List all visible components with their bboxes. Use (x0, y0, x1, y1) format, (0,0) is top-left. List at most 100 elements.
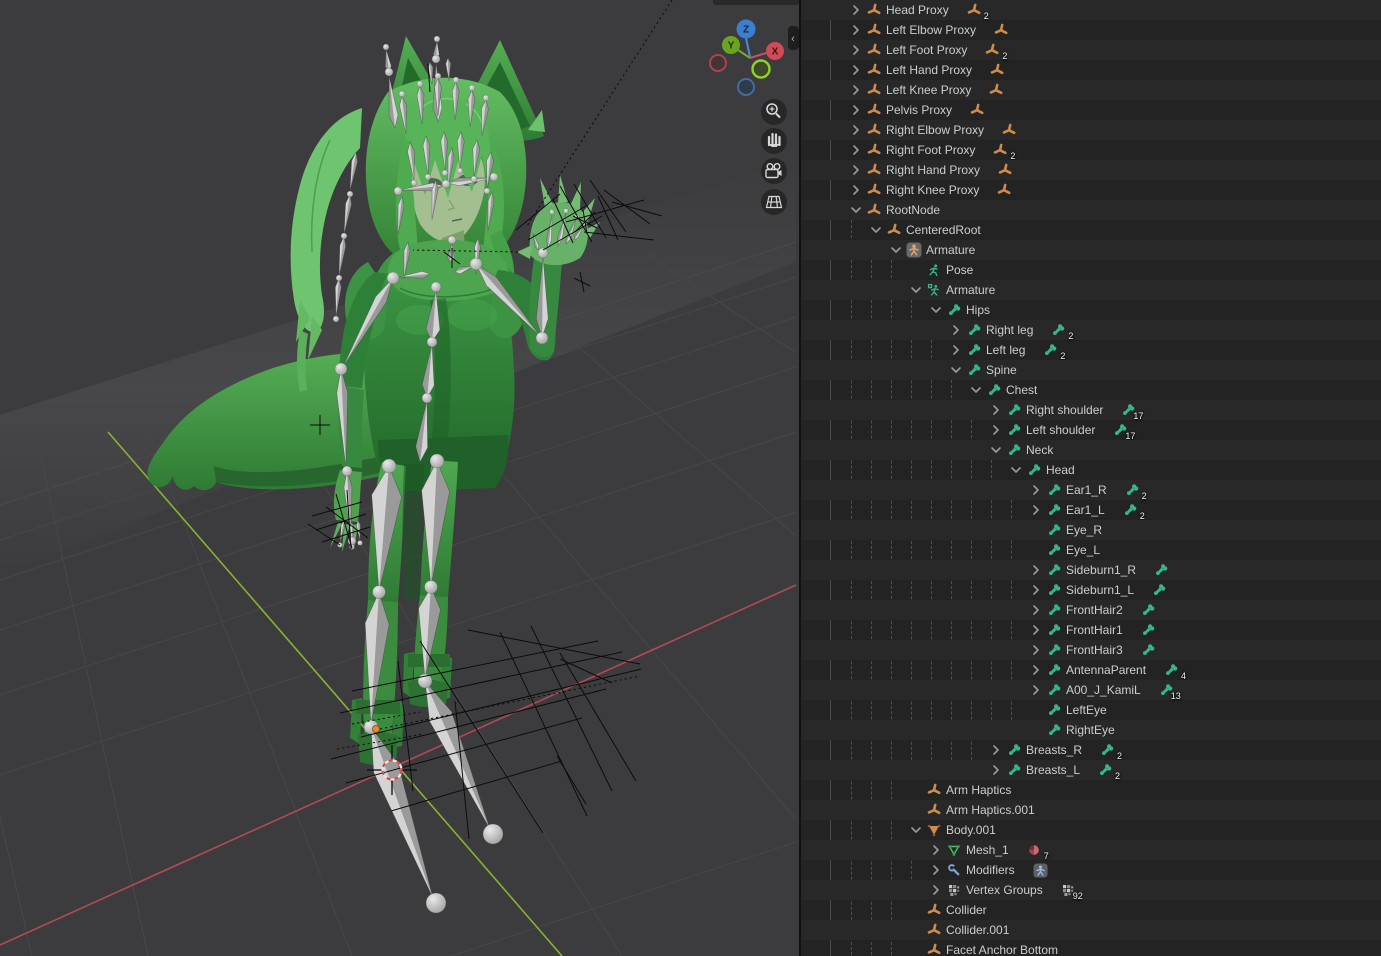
outliner-row-hips[interactable]: Hips (801, 300, 1381, 320)
outliner-row-left-hand-proxy[interactable]: Left Hand Proxy (801, 60, 1381, 80)
chevron-right-icon[interactable] (1028, 662, 1044, 678)
outliner-row-fronthair1[interactable]: FrontHair1 (801, 620, 1381, 640)
chevron-right-icon[interactable] (1028, 602, 1044, 618)
outliner-panel[interactable]: Head Proxy2Left Elbow ProxyLeft Foot Pro… (801, 0, 1381, 956)
outliner-row-righteye[interactable]: RightEye (801, 720, 1381, 740)
outliner-row-sideburn1-l[interactable]: Sideburn1_L (801, 580, 1381, 600)
chevron-right-icon[interactable] (1028, 582, 1044, 598)
outliner-row-left-foot-proxy[interactable]: Left Foot Proxy2 (801, 40, 1381, 60)
outliner-row-mesh-1[interactable]: Mesh_17 (801, 840, 1381, 860)
outliner-row-right-elbow-proxy[interactable]: Right Elbow Proxy (801, 120, 1381, 140)
chevron-right-icon[interactable] (948, 342, 964, 358)
outliner-row-ear1-r[interactable]: Ear1_R2 (801, 480, 1381, 500)
chevron-down-icon[interactable] (928, 302, 944, 318)
outliner-row-chest[interactable]: Chest (801, 380, 1381, 400)
chevron-right-icon[interactable] (848, 62, 864, 78)
chevron-right-icon[interactable] (928, 862, 944, 878)
chevron-right-icon[interactable] (848, 102, 864, 118)
chevron-right-icon[interactable] (988, 402, 1004, 418)
outliner-row-breasts-r[interactable]: Breasts_R2 (801, 740, 1381, 760)
chevron-right-icon[interactable] (948, 322, 964, 338)
outliner-row-left-leg[interactable]: Left leg2 (801, 340, 1381, 360)
outliner-row-armature[interactable]: Armature (801, 280, 1381, 300)
chevron-right-icon[interactable] (848, 42, 864, 58)
chevron-right-icon[interactable] (848, 142, 864, 158)
chevron-down-icon[interactable] (948, 362, 964, 378)
outliner-row-rootnode[interactable]: RootNode (801, 200, 1381, 220)
outliner-row-right-shoulder[interactable]: Right shoulder17 (801, 400, 1381, 420)
camera-view-button[interactable] (761, 158, 787, 184)
chevron-right-icon[interactable] (928, 882, 944, 898)
outliner-row-sideburn1-r[interactable]: Sideburn1_R (801, 560, 1381, 580)
outliner-row-arm-haptics[interactable]: Arm Haptics (801, 780, 1381, 800)
outliner-row-right-hand-proxy[interactable]: Right Hand Proxy (801, 160, 1381, 180)
sidebar-collapse-tab[interactable]: ‹ (788, 26, 799, 50)
chevron-right-icon[interactable] (848, 22, 864, 38)
chevron-right-icon[interactable] (1028, 682, 1044, 698)
outliner-row-left-shoulder[interactable]: Left shoulder17 (801, 420, 1381, 440)
outliner-row-a00-j-kamil[interactable]: A00_J_KamiL13 (801, 680, 1381, 700)
badge-empty-icon (997, 183, 1012, 198)
chevron-right-icon[interactable] (988, 762, 1004, 778)
outliner-row-left-elbow-proxy[interactable]: Left Elbow Proxy (801, 20, 1381, 40)
chevron-down-icon[interactable] (908, 822, 924, 838)
chevron-down-icon[interactable] (988, 442, 1004, 458)
outliner-row-right-foot-proxy[interactable]: Right Foot Proxy2 (801, 140, 1381, 160)
chevron-down-icon[interactable] (908, 282, 924, 298)
chevron-right-icon[interactable] (848, 122, 864, 138)
chevron-down-icon[interactable] (888, 242, 904, 258)
chevron-right-icon[interactable] (988, 742, 1004, 758)
outliner-row-breasts-l[interactable]: Breasts_L2 (801, 760, 1381, 780)
perspective-grid-button[interactable] (761, 189, 787, 215)
outliner-item-label: RightEye (1066, 723, 1115, 737)
outliner-item-label: Head (1046, 463, 1075, 477)
chevron-down-icon[interactable] (968, 382, 984, 398)
chevron-down-icon[interactable] (868, 222, 884, 238)
outliner-row-collider-001[interactable]: Collider.001 (801, 920, 1381, 940)
chevron-right-icon[interactable] (848, 82, 864, 98)
chevron-right-icon[interactable] (1028, 482, 1044, 498)
outliner-row-head[interactable]: Head (801, 460, 1381, 480)
outliner-row-eye-r[interactable]: Eye_R (801, 520, 1381, 540)
outliner-row-modifiers[interactable]: Modifiers (801, 860, 1381, 880)
outliner-row-pelvis-proxy[interactable]: Pelvis Proxy (801, 100, 1381, 120)
pan-button[interactable] (761, 128, 787, 154)
chevron-right-icon[interactable] (848, 182, 864, 198)
gizmo-z-neg-axis[interactable] (738, 79, 754, 95)
chevron-right-icon[interactable] (848, 2, 864, 18)
chevron-right-icon[interactable] (1028, 502, 1044, 518)
outliner-row-centeredroot[interactable]: CenteredRoot (801, 220, 1381, 240)
outliner-row-collider[interactable]: Collider (801, 900, 1381, 920)
outliner-row-arm-haptics-001[interactable]: Arm Haptics.001 (801, 800, 1381, 820)
outliner-row-right-leg[interactable]: Right leg2 (801, 320, 1381, 340)
chevron-right-icon[interactable] (988, 422, 1004, 438)
outliner-row-spine[interactable]: Spine (801, 360, 1381, 380)
chevron-right-icon[interactable] (928, 842, 944, 858)
chevron-down-icon[interactable] (848, 202, 864, 218)
outliner-row-fronthair2[interactable]: FrontHair2 (801, 600, 1381, 620)
outliner-row-armature[interactable]: Armature (801, 240, 1381, 260)
chevron-right-icon[interactable] (848, 162, 864, 178)
outliner-row-antennaparent[interactable]: AntennaParent4 (801, 660, 1381, 680)
chevron-right-icon[interactable] (1028, 642, 1044, 658)
outliner-row-neck[interactable]: Neck (801, 440, 1381, 460)
outliner-row-right-knee-proxy[interactable]: Right Knee Proxy (801, 180, 1381, 200)
outliner-row-vertex-groups[interactable]: Vertex Groups92 (801, 880, 1381, 900)
outliner-row-facet-anchor-bottom[interactable]: Facet Anchor Bottom (801, 940, 1381, 956)
outliner-row-body-001[interactable]: Body.001 (801, 820, 1381, 840)
mesh-object-icon (927, 823, 941, 837)
outliner-row-eye-l[interactable]: Eye_L (801, 540, 1381, 560)
outliner-row-head-proxy[interactable]: Head Proxy2 (801, 0, 1381, 20)
outliner-row-fronthair3[interactable]: FrontHair3 (801, 640, 1381, 660)
zoom-button[interactable] (761, 99, 787, 125)
chevron-right-icon[interactable] (1028, 622, 1044, 638)
outliner-row-pose[interactable]: Pose (801, 260, 1381, 280)
gizmo-x-neg-axis[interactable] (710, 55, 726, 71)
outliner-row-ear1-l[interactable]: Ear1_L2 (801, 500, 1381, 520)
gizmo-y-neg-axis[interactable] (753, 61, 770, 78)
outliner-row-left-knee-proxy[interactable]: Left Knee Proxy (801, 80, 1381, 100)
outliner-row-lefteye[interactable]: LeftEye (801, 700, 1381, 720)
chevron-down-icon[interactable] (1008, 462, 1024, 478)
chevron-right-icon[interactable] (1028, 562, 1044, 578)
viewport-3d[interactable]: Z Y X (0, 0, 799, 956)
